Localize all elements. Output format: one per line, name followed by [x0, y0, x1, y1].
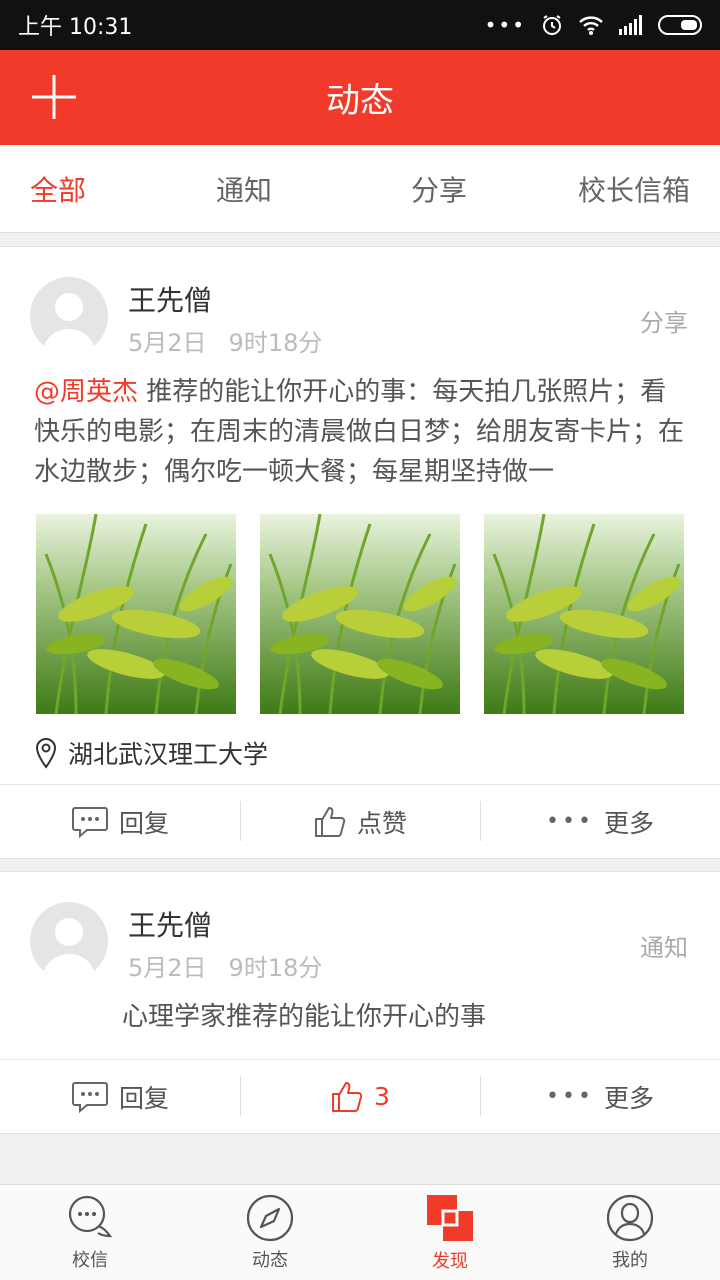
filter-tabs: 全部 通知 分享 校长信箱 [0, 145, 720, 233]
post-content: @周英杰 推荐的能让你开心的事：每天拍几张照片；看快乐的电影；在周末的清晨做白日… [34, 372, 690, 492]
chat-icon [68, 1195, 113, 1237]
post-card: 王先僧 5月2日 9时18分 分享 @周英杰 推荐的能让你开心的事：每天拍几张照… [0, 246, 720, 859]
more-dots-icon: ••• [546, 809, 594, 834]
page-title: 动态 [326, 81, 394, 121]
tab-notice[interactable]: 通知 [216, 169, 272, 209]
profile-icon [606, 1194, 654, 1241]
thumbs-up-icon [314, 806, 346, 837]
compass-icon [246, 1194, 294, 1241]
avatar[interactable] [30, 277, 108, 355]
more-button[interactable]: ••• 更多 [480, 785, 720, 858]
more-button[interactable]: ••• 更多 [480, 1060, 720, 1133]
nav-label: 校信 [72, 1249, 108, 1271]
wheat-image [260, 514, 460, 714]
wifi-icon [579, 16, 603, 35]
nav-label: 我的 [612, 1249, 648, 1271]
post-card: 王先僧 5月2日 9时18分 通知 心理学家推荐的能让你开心的事 回复 3 ••… [0, 871, 720, 1134]
status-icons: ••• [485, 13, 702, 37]
reply-label: 回复 [118, 1083, 169, 1113]
more-label: 更多 [603, 808, 654, 838]
post-category: 分享 [640, 309, 688, 337]
bottom-nav: 校信 动态 发现 我的 [0, 1184, 720, 1280]
like-count: 3 [374, 1082, 390, 1111]
signal-icon [619, 15, 642, 35]
nav-item-feed[interactable]: 动态 [180, 1185, 360, 1280]
wheat-image [484, 514, 684, 714]
post-actions: 回复 点赞 ••• 更多 [0, 784, 720, 858]
nav-label: 发现 [432, 1250, 468, 1272]
status-bar: 上午 10:31 ••• [0, 0, 720, 50]
more-dots-icon: ••• [546, 1084, 594, 1109]
location-label: 湖北武汉理工大学 [68, 740, 269, 769]
post-date: 5月2日 [128, 329, 207, 357]
like-button[interactable]: 点赞 [240, 785, 480, 858]
post-photo[interactable] [260, 514, 460, 714]
nav-item-discover[interactable]: 发现 [360, 1185, 540, 1280]
reply-button[interactable]: 回复 [0, 1060, 240, 1133]
post-content: 心理学家推荐的能让你开心的事 [122, 997, 682, 1037]
nav-item-school-message[interactable]: 校信 [0, 1185, 180, 1280]
post-category: 通知 [640, 934, 688, 962]
post-location[interactable]: 湖北武汉理工大学 [34, 735, 268, 771]
more-dots-icon: ••• [484, 13, 526, 37]
post-meta: 5月2日 9时18分 [128, 323, 322, 358]
battery-icon [658, 15, 702, 35]
default-avatar-icon [42, 918, 96, 980]
reply-button[interactable]: 回复 [0, 785, 240, 858]
post-text: 心理学家推荐的能让你开心的事 [122, 1002, 487, 1032]
reply-label: 回复 [118, 808, 169, 838]
post-meta: 5月2日 9时18分 [128, 948, 322, 983]
post-photo[interactable] [36, 514, 236, 714]
mention-link[interactable]: @周英杰 [34, 377, 138, 407]
thumbs-up-icon [332, 1081, 363, 1112]
title-bar: 动态 [0, 50, 720, 145]
location-pin-icon [35, 737, 57, 769]
author-name[interactable]: 王先僧 [128, 279, 212, 319]
discover-icon [427, 1194, 473, 1241]
comment-icon [71, 1081, 108, 1113]
author-name[interactable]: 王先僧 [128, 904, 212, 944]
like-label: 点赞 [356, 808, 407, 838]
status-time: 上午 10:31 [18, 15, 133, 40]
wheat-image [36, 514, 236, 714]
like-button[interactable]: 3 [240, 1060, 480, 1133]
post-photo[interactable] [484, 514, 684, 714]
default-avatar-icon [42, 293, 96, 355]
post-time: 9时18分 [228, 954, 323, 982]
tab-all[interactable]: 全部 [30, 169, 86, 209]
tab-principal-mailbox[interactable]: 校长信箱 [578, 169, 690, 209]
post-time: 9时18分 [228, 329, 323, 357]
add-icon[interactable] [30, 73, 78, 121]
nav-item-profile[interactable]: 我的 [540, 1185, 720, 1280]
more-label: 更多 [603, 1083, 654, 1113]
alarm-icon [543, 15, 561, 35]
comment-icon [71, 806, 108, 838]
tab-share[interactable]: 分享 [411, 169, 467, 209]
post-date: 5月2日 [128, 954, 207, 982]
avatar[interactable] [30, 902, 108, 980]
nav-label: 动态 [252, 1249, 288, 1271]
post-actions: 回复 3 ••• 更多 [0, 1059, 720, 1133]
